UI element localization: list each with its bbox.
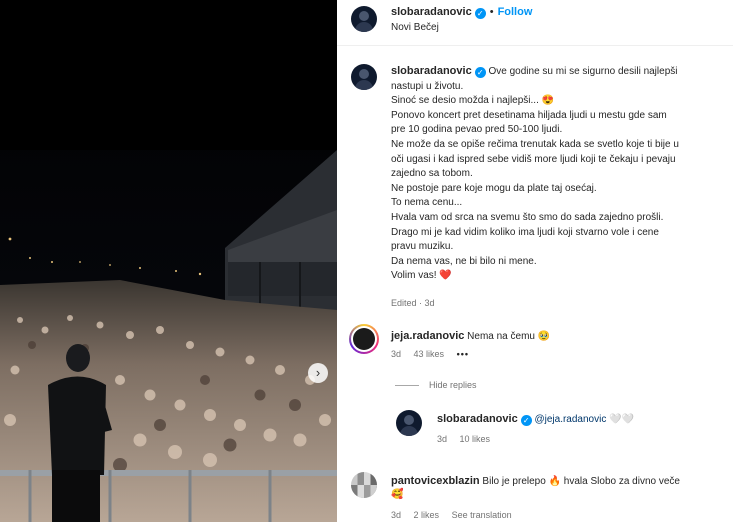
comment-time: 3d bbox=[391, 510, 402, 520]
see-translation-link[interactable]: See translation bbox=[452, 510, 512, 520]
comment-text-continued: 🥰 bbox=[391, 489, 404, 500]
avatar[interactable] bbox=[351, 6, 377, 32]
avatar[interactable] bbox=[351, 64, 377, 90]
caption-line: zajedno sa tobom. bbox=[391, 168, 473, 180]
header-user-row: slobaradanovic ✓ • Follow bbox=[391, 6, 532, 19]
mention-link[interactable]: @jeja.radanovic bbox=[534, 414, 606, 425]
comment-meta: 3d 43 likes ••• bbox=[391, 349, 479, 359]
author-username[interactable]: slobaradanovic bbox=[391, 6, 472, 18]
comment-text: 🤍🤍 bbox=[609, 414, 635, 425]
caption-line: Ponovo koncert pret desetinama hiljada l… bbox=[391, 109, 667, 121]
caption-line: Drago mi je kad vidim koliko ima ljudi k… bbox=[391, 226, 659, 238]
comment: jeja.radanovic Nema na čemu 🥹 3d 43 like… bbox=[349, 324, 729, 368]
caption-line: Da nema vas, ne bi bilo ni mene. bbox=[391, 255, 537, 267]
comment-body: jeja.radanovic Nema na čemu 🥹 bbox=[391, 330, 550, 342]
comment-username[interactable]: jeja.radanovic bbox=[391, 330, 464, 342]
reply-comment: slobaradanovic ✓ @jeja.radanovic 🤍🤍 3d 10… bbox=[395, 408, 725, 448]
comment: pantovicexblazin Bilo je prelepo 🔥 hvala… bbox=[351, 470, 731, 522]
more-options-icon[interactable]: ••• bbox=[457, 349, 469, 359]
comment-meta: 3d 10 likes bbox=[437, 434, 500, 444]
caption-line: Ne može da se opiše rečima trenutak kada… bbox=[391, 138, 679, 150]
caption-text: slobaradanovic ✓ Ove godine su mi se sigu… bbox=[391, 64, 733, 284]
hide-replies-button[interactable]: Hide replies bbox=[395, 380, 477, 390]
caption-line: oči ugasi i kad ispred sebe vidiš more l… bbox=[391, 153, 676, 165]
verified-badge-icon: ✓ bbox=[474, 67, 486, 78]
verified-badge-icon: ✓ bbox=[520, 415, 532, 426]
post-header: slobaradanovic ✓ • Follow Novi Bečej bbox=[337, 0, 733, 46]
concert-photo bbox=[0, 0, 337, 522]
comment-likes[interactable]: 2 likes bbox=[414, 510, 440, 520]
story-ring-avatar[interactable] bbox=[349, 324, 379, 354]
next-slide-button[interactable]: › bbox=[308, 363, 328, 383]
caption-edited-timestamp: Edited · 3d bbox=[391, 298, 435, 308]
comment-time: 3d bbox=[391, 349, 402, 359]
comment-likes[interactable]: 43 likes bbox=[414, 349, 445, 359]
verified-badge-icon: ✓ bbox=[474, 8, 486, 19]
follow-button[interactable]: Follow bbox=[498, 6, 533, 18]
chevron-right-icon: › bbox=[315, 365, 321, 380]
caption-line: nastupi u životu. bbox=[391, 80, 464, 92]
comment-username[interactable]: pantovicexblazin bbox=[391, 475, 480, 487]
comment-text: Bilo je prelepo 🔥 hvala Slobo za divno v… bbox=[482, 476, 680, 487]
comment-username[interactable]: slobaradanovic bbox=[437, 413, 518, 425]
avatar[interactable] bbox=[396, 410, 422, 436]
caption-line: Hvala vam od srca na svemu što smo do sa… bbox=[391, 211, 664, 223]
comment-likes[interactable]: 10 likes bbox=[460, 434, 491, 444]
comment-body: pantovicexblazin Bilo je prelepo 🔥 hvala… bbox=[391, 475, 680, 487]
caption-username[interactable]: slobaradanovic bbox=[391, 65, 472, 77]
post-sidebar: slobaradanovic ✓ • Follow Novi Bečej slobar… bbox=[337, 0, 733, 522]
caption-line: Sinoć se desio možda i najlepši... 😍 bbox=[391, 95, 555, 107]
comment-time: 3d bbox=[437, 434, 448, 444]
caption-line: pravu muziku. bbox=[391, 241, 454, 253]
comment-meta: 3d 2 likes See translation bbox=[391, 510, 522, 520]
caption-line: slobaradanovic ✓ Ove godine su mi se sigu… bbox=[391, 65, 678, 78]
post-location[interactable]: Novi Bečej bbox=[391, 22, 439, 33]
separator-dot: • bbox=[489, 6, 494, 18]
caption-line: pre 10 godina pevao pred 50-100 ljudi. bbox=[391, 124, 563, 136]
comment-text: Nema na čemu 🥹 bbox=[467, 331, 551, 342]
comment-body: slobaradanovic ✓ @jeja.radanovic 🤍🤍 bbox=[437, 413, 634, 426]
caption-line: Ne postoje pare koje mogu da plate taj o… bbox=[391, 182, 597, 194]
divider-line bbox=[395, 385, 419, 387]
avatar[interactable] bbox=[351, 472, 377, 498]
caption-line: Volim vas! ❤️ bbox=[391, 270, 452, 282]
caption-line: To nema cenu... bbox=[391, 197, 463, 209]
post-media[interactable]: › bbox=[0, 0, 337, 522]
